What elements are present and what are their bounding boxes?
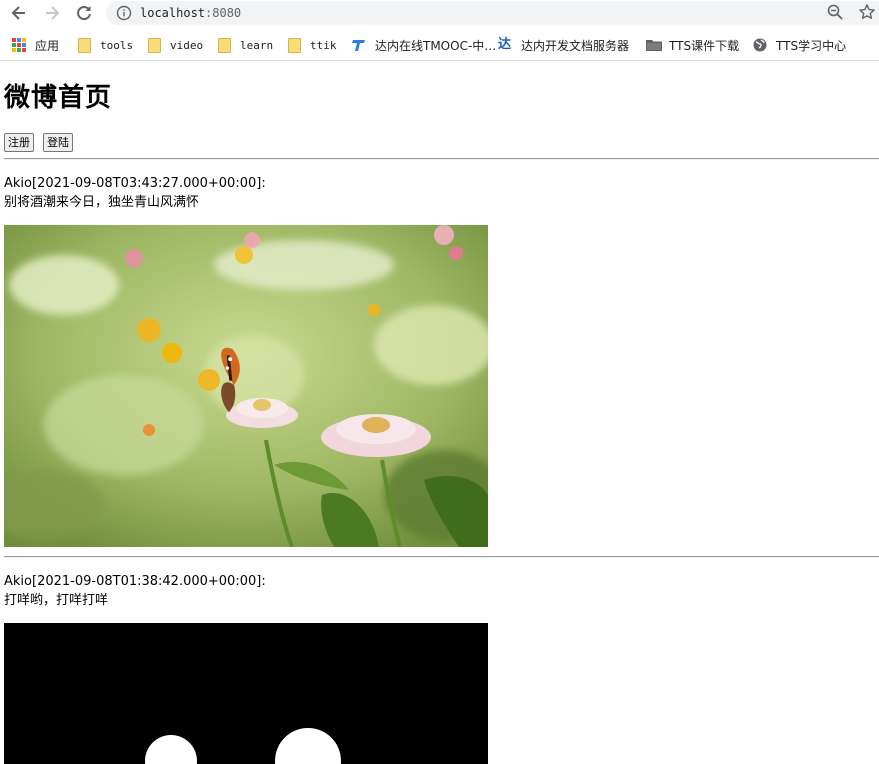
bookmark-learn[interactable]: learn [218, 35, 273, 55]
post-author: Akio [4, 176, 32, 191]
bookmark-label: TTS学习中心 [776, 38, 847, 53]
folder-icon [218, 37, 231, 53]
bookmark-tools[interactable]: tools [78, 35, 133, 55]
divider [4, 158, 879, 160]
globe-icon [753, 38, 767, 52]
apps-grid-icon [12, 38, 26, 52]
bookmark-tts-download[interactable]: TTS课件下载 [646, 35, 739, 55]
url-host: localhost [140, 6, 206, 20]
folder-icon [78, 37, 91, 53]
folder-icon [288, 37, 301, 53]
divider [4, 556, 879, 558]
bookmark-video[interactable]: video [148, 35, 203, 55]
bookmark-star-icon[interactable] [858, 3, 876, 25]
folder-icon [148, 37, 161, 53]
bookmark-label: 应用 [35, 38, 60, 53]
post-content: 打咩哟，打咩打咩 [4, 593, 109, 608]
bookmark-label: 达内在线TMOOC-中… [375, 38, 497, 53]
bookmark-label: ttik [310, 38, 337, 52]
info-icon[interactable] [116, 5, 132, 25]
login-button[interactable]: 登陆 [43, 133, 73, 152]
url-port: :8080 [205, 6, 242, 20]
post-time: [2021-09-08T03:43:27.000+00:00]: [32, 176, 266, 191]
bookmark-label: learn [240, 38, 274, 52]
bookmarks-bar: 应用 tools video learn ttik 达内在线TMOOC-中… 达… [0, 30, 879, 61]
url-text[interactable]: localhost:8080 [140, 5, 241, 21]
zoom-icon[interactable] [826, 3, 844, 25]
address-bar[interactable]: localhost:8080 [106, 1, 879, 25]
bookmark-label: TTS课件下载 [669, 38, 740, 53]
post-image-black-circles [4, 623, 488, 764]
tarena-icon: 达 [498, 37, 512, 52]
reload-icon[interactable] [73, 2, 95, 24]
post-content: 别将酒潮来今日，独坐青山风满怀 [4, 195, 200, 210]
post-meta: Akio[2021-09-08T01:38:42.000+00:00]: [4, 574, 266, 590]
browser-toolbar: localhost:8080 [0, 0, 879, 27]
bookmark-tmooc[interactable]: 达内在线TMOOC-中… [352, 35, 496, 55]
back-icon[interactable] [8, 2, 30, 24]
bookmark-apps[interactable]: 应用 [12, 35, 59, 55]
post-meta: Akio[2021-09-08T03:43:27.000+00:00]: [4, 176, 266, 192]
post-author: Akio [4, 574, 32, 589]
bookmark-label: tools [100, 38, 134, 52]
forward-icon[interactable] [41, 2, 63, 24]
bookmark-tts-learning[interactable]: TTS学习中心 [753, 35, 846, 55]
post-image-flower-butterfly [4, 225, 488, 547]
bookmark-tarena-docs[interactable]: 达 达内开发文档服务器 [498, 35, 629, 55]
bookmark-label: video [170, 38, 204, 52]
bookmark-ttik[interactable]: ttik [288, 35, 337, 55]
tmooc-icon [352, 38, 366, 52]
page-title: 微博首页 [4, 83, 113, 113]
post-time: [2021-09-08T01:38:42.000+00:00]: [32, 574, 266, 589]
register-button[interactable]: 注册 [4, 133, 34, 152]
bookmark-label: 达内开发文档服务器 [521, 38, 630, 53]
folder-dark-icon [646, 38, 662, 52]
